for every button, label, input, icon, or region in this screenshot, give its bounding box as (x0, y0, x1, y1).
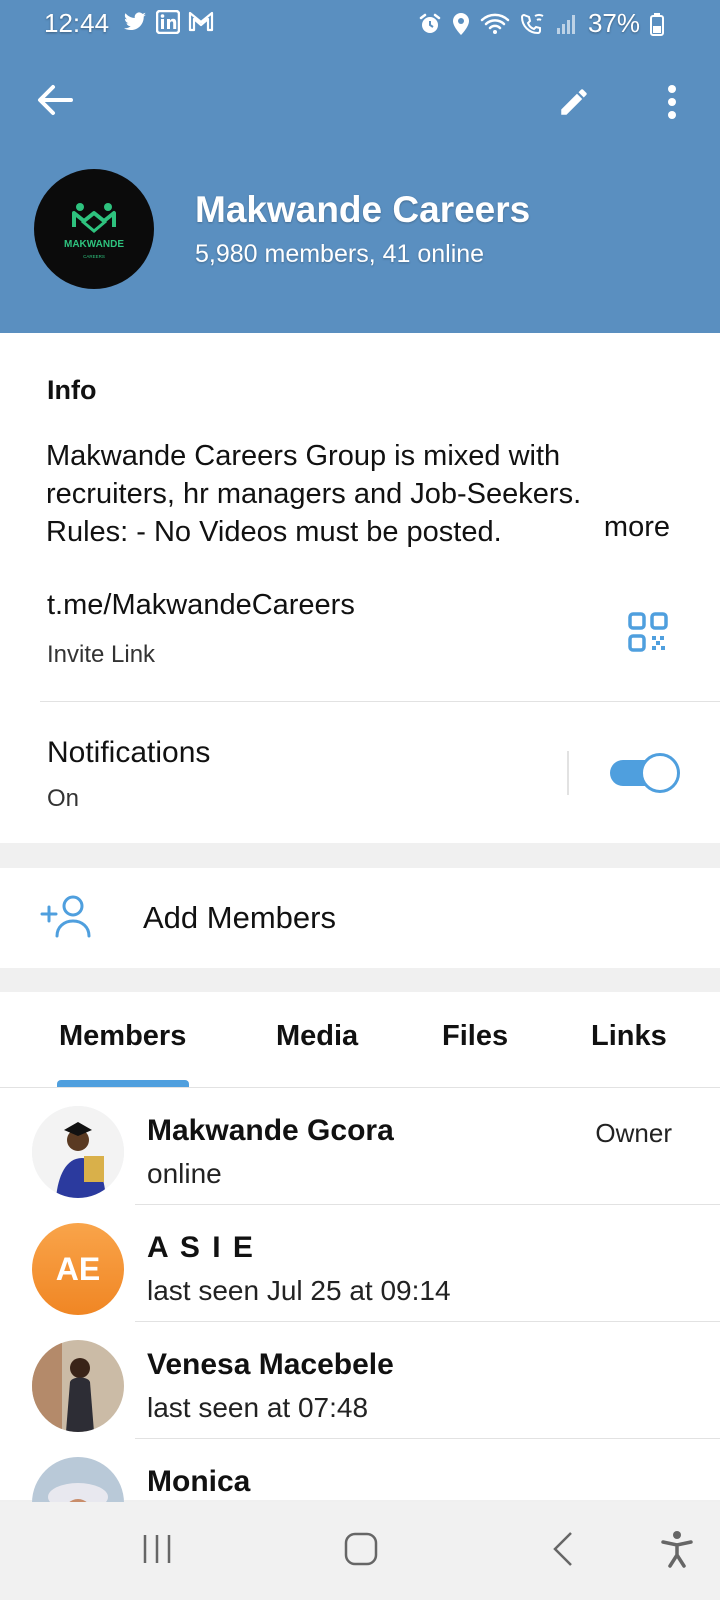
pencil-icon (561, 89, 587, 115)
battery-icon (650, 12, 664, 36)
tab-files[interactable]: Files (442, 1020, 508, 1053)
signal-icon (556, 14, 575, 34)
info-label: Info (47, 375, 97, 405)
divider (40, 701, 720, 702)
status-system-icons: 37% (418, 8, 664, 39)
member-name: A S I E (147, 1231, 255, 1264)
arrow-left-icon (38, 85, 73, 115)
notifications-status: On (47, 785, 80, 812)
back-nav-button[interactable] (538, 1524, 588, 1574)
avatar: AE (32, 1223, 124, 1315)
member-status: last seen Jul 25 at 09:14 (147, 1275, 451, 1306)
edit-button[interactable] (550, 78, 598, 126)
recent-apps-icon (143, 1535, 171, 1563)
add-person-icon (40, 895, 91, 938)
home-icon (344, 1532, 378, 1566)
chevron-left-icon (553, 1532, 572, 1566)
member-row[interactable]: Venesa Macebele last seen at 07:48 (0, 1322, 720, 1439)
info-line: recruiters, hr managers and Job-Seekers. (46, 478, 582, 510)
wifi-icon (480, 13, 510, 34)
notifications-toggle[interactable] (610, 753, 680, 793)
info-description[interactable]: Makwande Careers Group is mixed with rec… (46, 437, 666, 551)
invite-link-url[interactable]: t.me/MakwandeCareers (47, 589, 355, 622)
status-app-icons (122, 10, 214, 34)
info-line: Makwande Careers Group is mixed with (46, 440, 561, 472)
more-link[interactable]: more (597, 511, 670, 544)
twitter-icon (124, 12, 146, 31)
member-role-badge: Owner (595, 1118, 672, 1148)
avatar-text: MAKWANDE (64, 239, 124, 250)
group-header: 12:44 37% MAKWANDE CAREERS Makwande Care… (0, 0, 720, 333)
info-card: Info Makwande Careers Group is mixed wit… (0, 333, 720, 843)
tab-members[interactable]: Members (59, 1020, 186, 1053)
makwande-logo-icon: MAKWANDE CAREERS (64, 203, 124, 259)
toggle-knob (640, 753, 680, 793)
back-button[interactable] (30, 78, 80, 122)
wifi-call-icon (520, 13, 544, 34)
accessibility-button[interactable] (652, 1524, 702, 1574)
avatar (32, 1106, 124, 1198)
qr-code-icon (628, 612, 668, 652)
member-name: Venesa Macebele (147, 1348, 394, 1381)
notifications-title: Notifications (47, 736, 211, 769)
group-avatar[interactable]: MAKWANDE CAREERS (34, 169, 154, 289)
invite-link-label: Invite Link (47, 641, 156, 668)
avatar-subtext: CAREERS (83, 254, 105, 259)
status-time: 12:44 (44, 8, 110, 38)
group-title: Makwande Careers (195, 189, 531, 230)
avatar-initials: AE (32, 1223, 124, 1315)
alarm-icon (419, 13, 441, 33)
member-row[interactable]: Makwande Gcora online Owner (0, 1088, 720, 1205)
qr-code-button[interactable] (628, 612, 668, 657)
add-members-label: Add Members (143, 900, 336, 935)
accessibility-icon (661, 1531, 693, 1568)
battery-percent: 37% (587, 8, 640, 38)
tab-links[interactable]: Links (591, 1020, 667, 1053)
members-section: Members Media Files Links Makwande Gcora… (0, 992, 720, 1549)
info-line: Rules: - No Videos must be posted. (46, 516, 502, 548)
member-row[interactable]: AE A S I E last seen Jul 25 at 09:14 (0, 1205, 720, 1322)
recent-apps-button[interactable] (132, 1524, 182, 1574)
system-nav-bar (0, 1502, 720, 1600)
gmail-icon (188, 11, 214, 32)
tab-media[interactable]: Media (276, 1020, 358, 1053)
member-photo-icon (32, 1340, 124, 1432)
more-options-button[interactable] (650, 78, 694, 126)
more-vert-icon (668, 85, 676, 119)
home-button[interactable] (334, 1524, 388, 1574)
member-status: online (147, 1158, 222, 1189)
active-tab-indicator (57, 1080, 189, 1087)
linkedin-icon (156, 10, 180, 34)
vertical-divider (567, 751, 569, 795)
member-status: last seen at 07:48 (147, 1392, 369, 1423)
member-name: Makwande Gcora (147, 1114, 394, 1147)
add-members-button[interactable]: Add Members (0, 868, 720, 968)
location-icon (452, 12, 469, 35)
member-photo-icon (32, 1106, 124, 1198)
group-member-count: 5,980 members, 41 online (195, 240, 485, 268)
member-name: Monica (147, 1465, 251, 1498)
avatar (32, 1340, 124, 1432)
status-bar: 12:44 37% (0, 0, 720, 46)
